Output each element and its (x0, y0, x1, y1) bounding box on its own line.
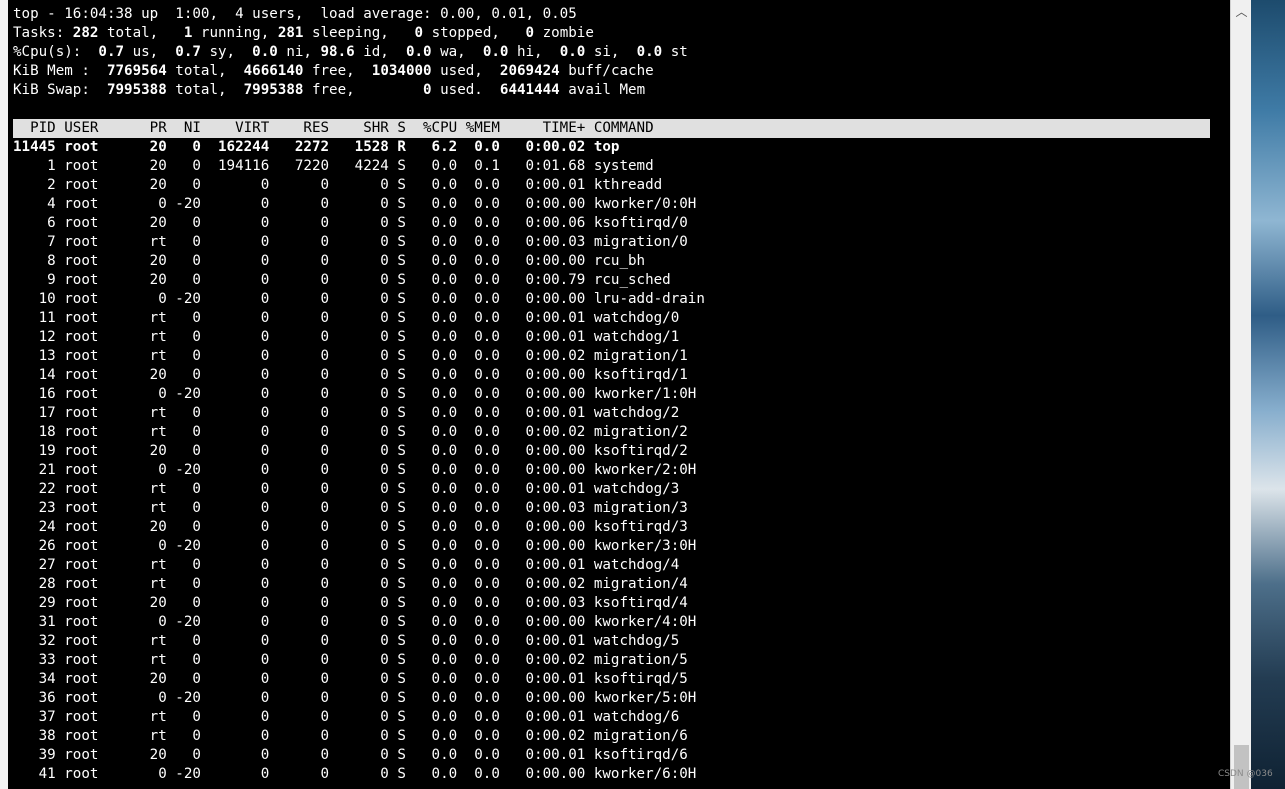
watermark: CSDN @036 (1218, 769, 1273, 779)
process-row: 11445 root 20 0 162244 2272 1528 R 6.2 0… (13, 139, 620, 155)
process-row: 9 root 20 0 0 0 0 S 0.0 0.0 0:00.79 rcu_… (13, 272, 671, 288)
process-row: 34 root 20 0 0 0 0 S 0.0 0.0 0:00.01 kso… (13, 671, 688, 687)
process-table: 11445 root 20 0 162244 2272 1528 R 6.2 0… (13, 138, 705, 784)
process-row: 36 root 0 -20 0 0 0 S 0.0 0.0 0:00.00 kw… (13, 690, 697, 706)
process-table-header: PID USER PR NI VIRT RES SHR S %CPU %MEM … (13, 120, 654, 136)
swap-line: KiB Swap: 7995388 total, 7995388 free, 0… (13, 82, 646, 98)
process-row: 33 root rt 0 0 0 0 S 0.0 0.0 0:00.02 mig… (13, 652, 688, 668)
process-row: 29 root 20 0 0 0 0 S 0.0 0.0 0:00.03 kso… (13, 595, 688, 611)
process-row: 19 root 20 0 0 0 0 S 0.0 0.0 0:00.00 kso… (13, 443, 688, 459)
process-row: 11 root rt 0 0 0 0 S 0.0 0.0 0:00.01 wat… (13, 310, 680, 326)
process-row: 2 root 20 0 0 0 0 S 0.0 0.0 0:00.01 kthr… (13, 177, 663, 193)
top-summary: top - 16:04:38 up 1:00, 4 users, load av… (13, 5, 688, 100)
process-row: 37 root rt 0 0 0 0 S 0.0 0.0 0:00.01 wat… (13, 709, 680, 725)
vertical-scrollbar[interactable]: ︿ (1230, 0, 1252, 789)
uptime-line: top - 16:04:38 up 1:00, 4 users, load av… (13, 6, 577, 22)
process-row: 28 root rt 0 0 0 0 S 0.0 0.0 0:00.02 mig… (13, 576, 688, 592)
process-row: 17 root rt 0 0 0 0 S 0.0 0.0 0:00.01 wat… (13, 405, 680, 421)
process-row: 23 root rt 0 0 0 0 S 0.0 0.0 0:00.03 mig… (13, 500, 688, 516)
chevron-up-icon[interactable]: ︿ (1231, 0, 1252, 22)
process-row: 32 root rt 0 0 0 0 S 0.0 0.0 0:00.01 wat… (13, 633, 680, 649)
process-row: 24 root 20 0 0 0 0 S 0.0 0.0 0:00.00 kso… (13, 519, 688, 535)
process-row: 27 root rt 0 0 0 0 S 0.0 0.0 0:00.01 wat… (13, 557, 680, 573)
process-row: 16 root 0 -20 0 0 0 S 0.0 0.0 0:00.00 kw… (13, 386, 697, 402)
process-row: 38 root rt 0 0 0 0 S 0.0 0.0 0:00.02 mig… (13, 728, 688, 744)
process-row: 7 root rt 0 0 0 0 S 0.0 0.0 0:00.03 migr… (13, 234, 688, 250)
process-row: 1 root 20 0 194116 7220 4224 S 0.0 0.1 0… (13, 158, 654, 174)
process-row: 39 root 20 0 0 0 0 S 0.0 0.0 0:00.01 kso… (13, 747, 688, 763)
process-row: 4 root 0 -20 0 0 0 S 0.0 0.0 0:00.00 kwo… (13, 196, 697, 212)
process-row: 13 root rt 0 0 0 0 S 0.0 0.0 0:00.02 mig… (13, 348, 688, 364)
process-row: 22 root rt 0 0 0 0 S 0.0 0.0 0:00.01 wat… (13, 481, 680, 497)
process-row: 26 root 0 -20 0 0 0 S 0.0 0.0 0:00.00 kw… (13, 538, 697, 554)
scrollbar-thumb[interactable] (1234, 745, 1249, 789)
process-row: 8 root 20 0 0 0 0 S 0.0 0.0 0:00.00 rcu_… (13, 253, 646, 269)
process-row: 21 root 0 -20 0 0 0 S 0.0 0.0 0:00.00 kw… (13, 462, 697, 478)
mem-line: KiB Mem : 7769564 total, 4666140 free, 1… (13, 63, 654, 79)
tasks-line: Tasks: 282 total, 1 running, 281 sleepin… (13, 25, 594, 41)
process-row: 6 root 20 0 0 0 0 S 0.0 0.0 0:00.06 ksof… (13, 215, 688, 231)
process-row: 31 root 0 -20 0 0 0 S 0.0 0.0 0:00.00 kw… (13, 614, 697, 630)
process-row: 14 root 20 0 0 0 0 S 0.0 0.0 0:00.00 kso… (13, 367, 688, 383)
terminal-window[interactable]: top - 16:04:38 up 1:00, 4 users, load av… (8, 0, 1230, 789)
process-row: 18 root rt 0 0 0 0 S 0.0 0.0 0:00.02 mig… (13, 424, 688, 440)
process-row: 10 root 0 -20 0 0 0 S 0.0 0.0 0:00.00 lr… (13, 291, 705, 307)
process-row: 41 root 0 -20 0 0 0 S 0.0 0.0 0:00.00 kw… (13, 766, 697, 782)
desktop-wallpaper (1251, 0, 1285, 789)
cpu-line: %Cpu(s): 0.7 us, 0.7 sy, 0.0 ni, 98.6 id… (13, 44, 688, 60)
process-row: 12 root rt 0 0 0 0 S 0.0 0.0 0:00.01 wat… (13, 329, 680, 345)
